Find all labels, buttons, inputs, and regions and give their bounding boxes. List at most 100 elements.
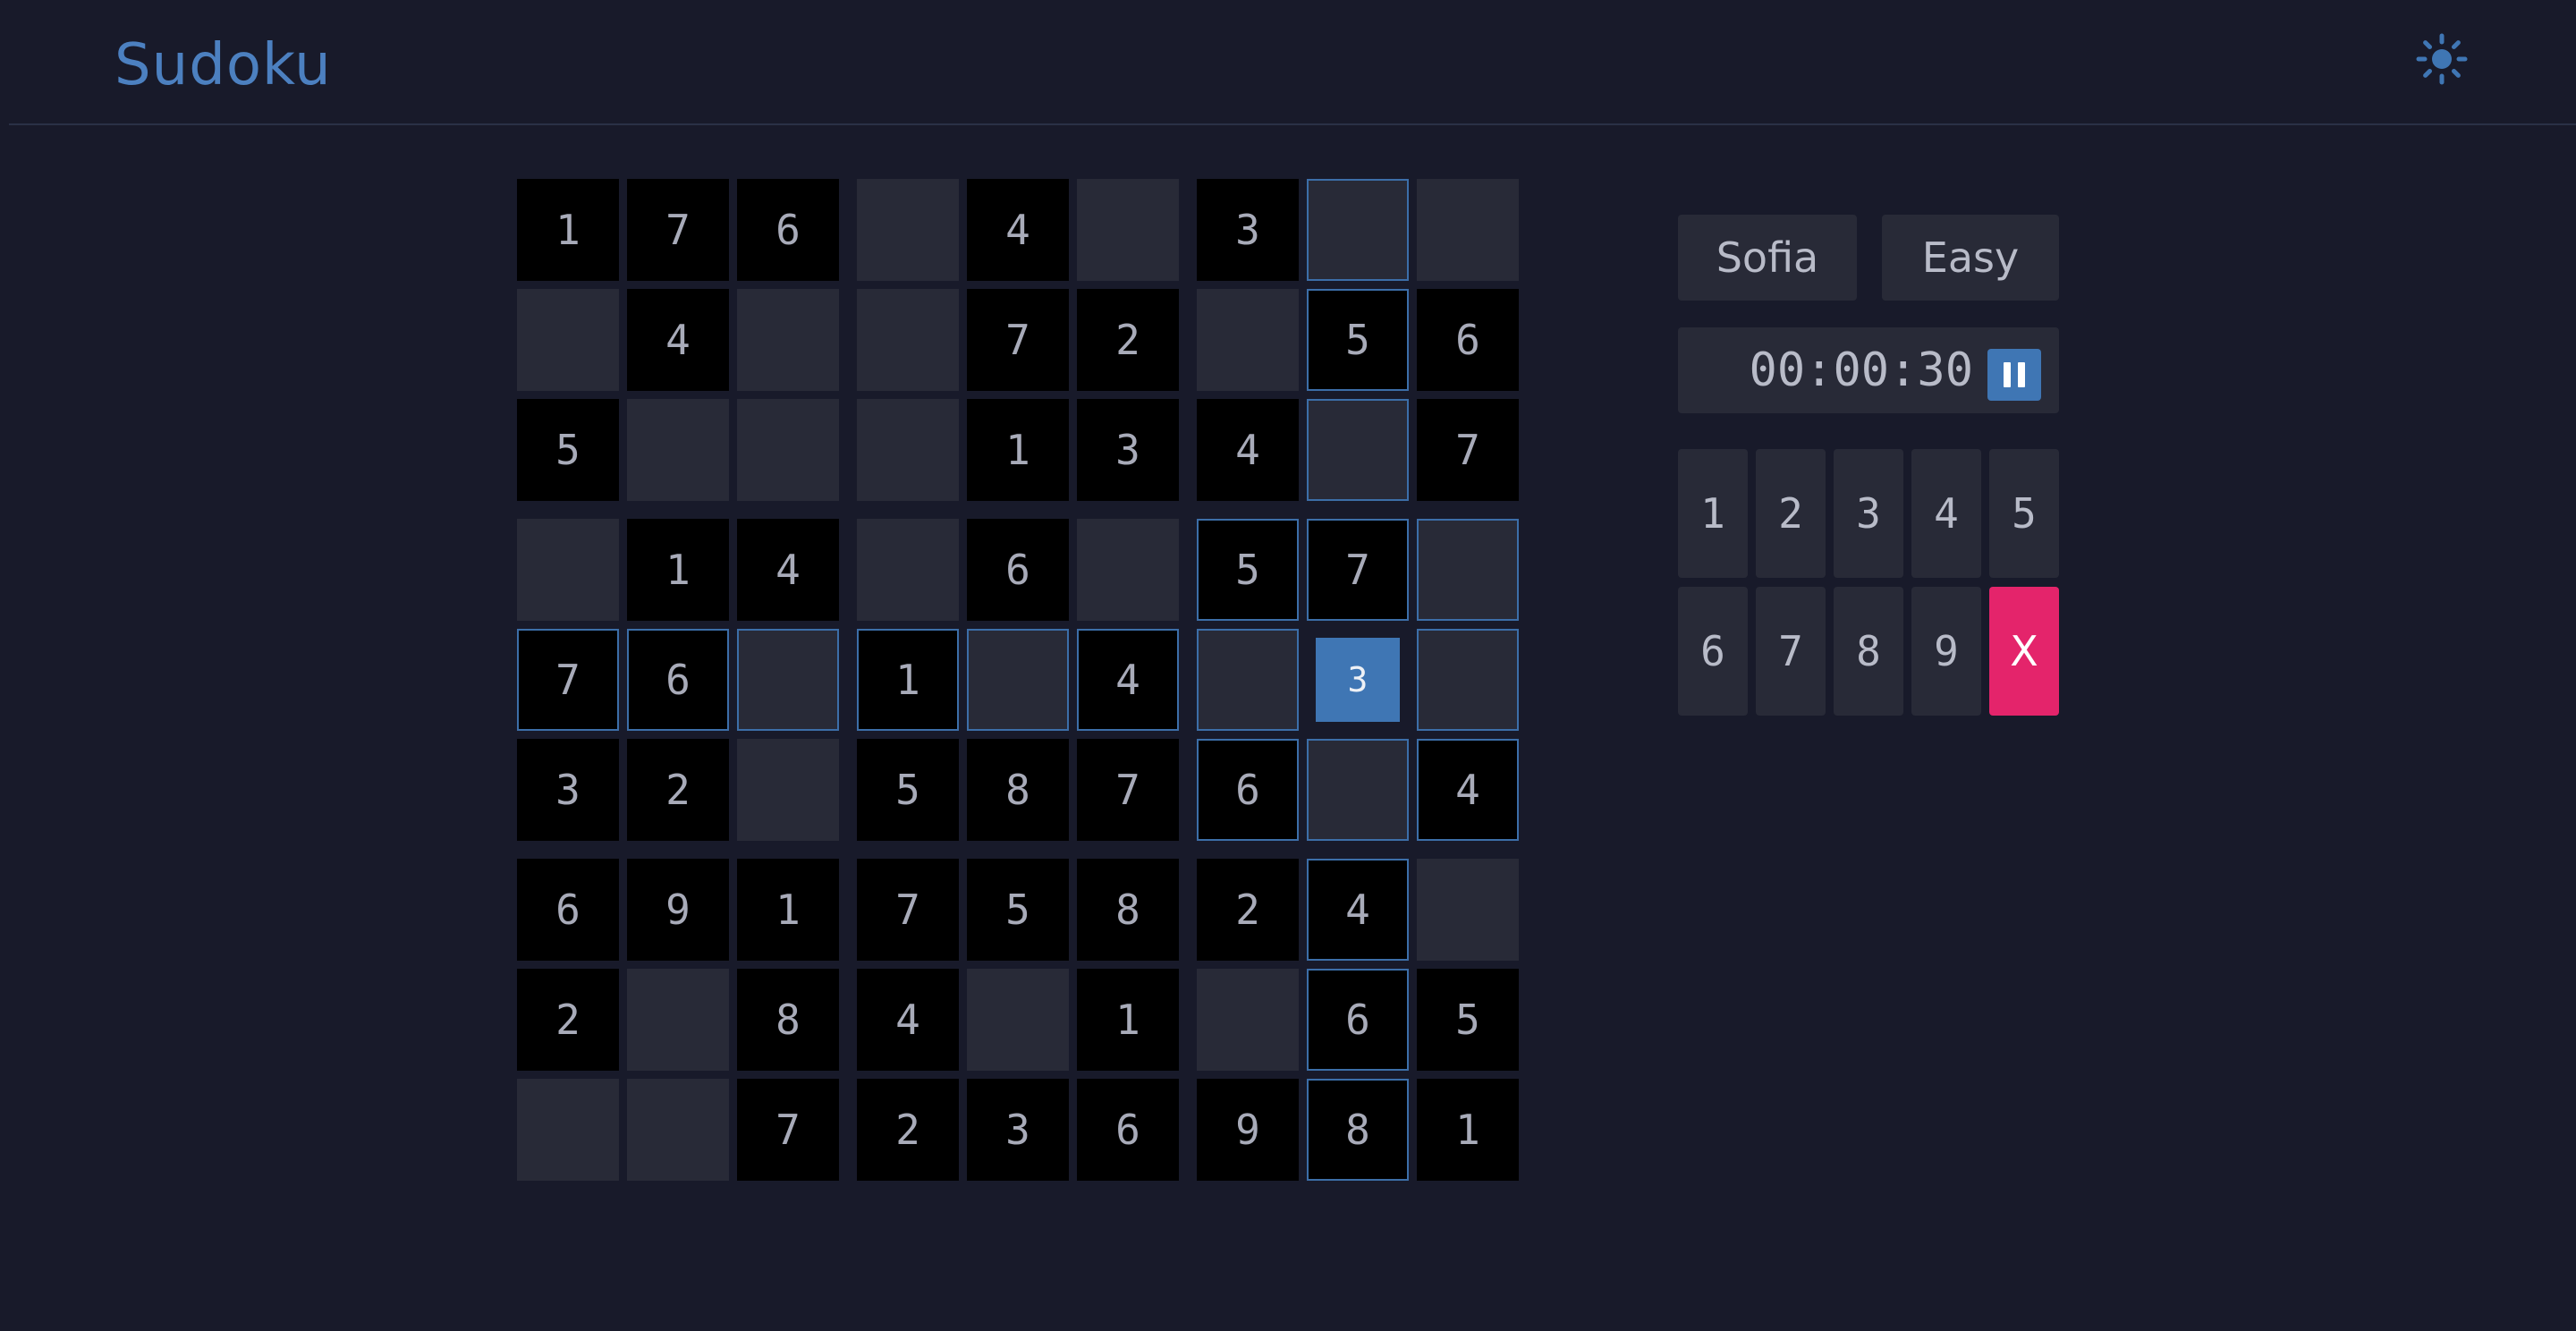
cell-r3-c4[interactable] — [857, 399, 959, 501]
cell-r2-c8[interactable]: 5 — [1307, 289, 1409, 391]
cell-r3-c9[interactable]: 7 — [1417, 399, 1519, 501]
cell-r8-c3[interactable]: 8 — [737, 969, 839, 1071]
cell-r4-c4[interactable] — [857, 519, 959, 621]
cell-r9-c9[interactable]: 1 — [1417, 1079, 1519, 1181]
cell-r9-c2[interactable] — [627, 1079, 729, 1181]
cell-r2-c1[interactable] — [517, 289, 619, 391]
cell-r3-c6[interactable]: 3 — [1077, 399, 1179, 501]
cell-r4-c1[interactable] — [517, 519, 619, 621]
cell-r1-c6[interactable] — [1077, 179, 1179, 281]
cell-r3-c1[interactable]: 5 — [517, 399, 619, 501]
player-name[interactable]: Sofia — [1678, 215, 1857, 301]
pause-icon[interactable] — [1987, 349, 2041, 401]
cell-r5-c7[interactable] — [1197, 629, 1299, 731]
cell-r5-c6[interactable]: 4 — [1077, 629, 1179, 731]
cell-r6-c2[interactable]: 2 — [627, 739, 729, 841]
numpad-key-5[interactable]: 5 — [1989, 449, 2059, 578]
cell-r5-c5[interactable] — [967, 629, 1069, 731]
timer-value: 00:00:30 — [1749, 343, 1973, 397]
cell-r1-c8[interactable] — [1307, 179, 1409, 281]
cell-r3-c7[interactable]: 4 — [1197, 399, 1299, 501]
cell-r6-c1[interactable]: 3 — [517, 739, 619, 841]
cell-r2-c6[interactable]: 2 — [1077, 289, 1179, 391]
cell-r8-c7[interactable] — [1197, 969, 1299, 1071]
cell-r7-c2[interactable]: 9 — [627, 859, 729, 961]
cell-r7-c5[interactable]: 5 — [967, 859, 1069, 961]
cell-r2-c4[interactable] — [857, 289, 959, 391]
sudoku-board: 1764347256513471465776143325876469175824… — [517, 179, 1538, 1200]
cell-r8-c2[interactable] — [627, 969, 729, 1071]
cell-r6-c3[interactable] — [737, 739, 839, 841]
cell-r1-c2[interactable]: 7 — [627, 179, 729, 281]
cell-r1-c1[interactable]: 1 — [517, 179, 619, 281]
cell-r9-c6[interactable]: 6 — [1077, 1079, 1179, 1181]
numpad-key-6[interactable]: 6 — [1678, 587, 1748, 716]
numpad-key-2[interactable]: 2 — [1756, 449, 1826, 578]
cell-r3-c2[interactable] — [627, 399, 729, 501]
sun-icon[interactable] — [2415, 32, 2469, 86]
cell-r9-c1[interactable] — [517, 1079, 619, 1181]
cell-r4-c8[interactable]: 7 — [1307, 519, 1409, 621]
cell-r9-c7[interactable]: 9 — [1197, 1079, 1299, 1181]
cell-r1-c3[interactable]: 6 — [737, 179, 839, 281]
cell-r3-c3[interactable] — [737, 399, 839, 501]
app-title: Sudoku — [114, 32, 332, 98]
cell-r9-c5[interactable]: 3 — [967, 1079, 1069, 1181]
cell-r2-c7[interactable] — [1197, 289, 1299, 391]
timer: 00:00:30 — [1678, 327, 2059, 413]
cell-r4-c9[interactable] — [1417, 519, 1519, 621]
numpad-key-7[interactable]: 7 — [1756, 587, 1826, 716]
cell-r7-c8[interactable]: 4 — [1307, 859, 1409, 961]
cell-r4-c6[interactable] — [1077, 519, 1179, 621]
difficulty-selector[interactable]: Easy — [1882, 215, 2059, 301]
cell-r7-c4[interactable]: 7 — [857, 859, 959, 961]
cell-r8-c4[interactable]: 4 — [857, 969, 959, 1071]
cell-r8-c5[interactable] — [967, 969, 1069, 1071]
cell-r6-c8[interactable] — [1307, 739, 1409, 841]
cell-r6-c6[interactable]: 7 — [1077, 739, 1179, 841]
cell-r6-c9[interactable]: 4 — [1417, 739, 1519, 841]
cell-r9-c8[interactable]: 8 — [1307, 1079, 1409, 1181]
cell-r1-c7[interactable]: 3 — [1197, 179, 1299, 281]
cell-r6-c7[interactable]: 6 — [1197, 739, 1299, 841]
cell-r9-c4[interactable]: 2 — [857, 1079, 959, 1181]
cell-r7-c1[interactable]: 6 — [517, 859, 619, 961]
cell-r4-c7[interactable]: 5 — [1197, 519, 1299, 621]
cell-r5-c4[interactable]: 1 — [857, 629, 959, 731]
cell-r1-c4[interactable] — [857, 179, 959, 281]
cell-r7-c6[interactable]: 8 — [1077, 859, 1179, 961]
cell-r6-c4[interactable]: 5 — [857, 739, 959, 841]
cell-r2-c5[interactable]: 7 — [967, 289, 1069, 391]
cell-r2-c3[interactable] — [737, 289, 839, 391]
cell-r4-c5[interactable]: 6 — [967, 519, 1069, 621]
cell-r5-c3[interactable] — [737, 629, 839, 731]
cell-r2-c2[interactable]: 4 — [627, 289, 729, 391]
numpad-key-8[interactable]: 8 — [1834, 587, 1903, 716]
cell-r5-c9[interactable] — [1417, 629, 1519, 731]
cell-r9-c3[interactable]: 7 — [737, 1079, 839, 1181]
cell-r1-c9[interactable] — [1417, 179, 1519, 281]
cell-r7-c7[interactable]: 2 — [1197, 859, 1299, 961]
numpad-key-9[interactable]: 9 — [1911, 587, 1981, 716]
cell-r5-c1[interactable]: 7 — [517, 629, 619, 731]
cell-r1-c5[interactable]: 4 — [967, 179, 1069, 281]
cell-r7-c3[interactable]: 1 — [737, 859, 839, 961]
cell-r8-c6[interactable]: 1 — [1077, 969, 1179, 1071]
cell-r3-c8[interactable] — [1307, 399, 1409, 501]
cell-r3-c5[interactable]: 1 — [967, 399, 1069, 501]
app-header: Sudoku — [9, 0, 2576, 125]
numpad-key-1[interactable]: 1 — [1678, 449, 1748, 578]
cell-r6-c5[interactable]: 8 — [967, 739, 1069, 841]
cell-r8-c8[interactable]: 6 — [1307, 969, 1409, 1071]
cell-r5-c8[interactable]: 3 — [1307, 629, 1409, 731]
cell-r5-c2[interactable]: 6 — [627, 629, 729, 731]
cell-r8-c9[interactable]: 5 — [1417, 969, 1519, 1071]
cell-r4-c3[interactable]: 4 — [737, 519, 839, 621]
numpad-key-4[interactable]: 4 — [1911, 449, 1981, 578]
cell-r2-c9[interactable]: 6 — [1417, 289, 1519, 391]
cell-r7-c9[interactable] — [1417, 859, 1519, 961]
numpad-key-3[interactable]: 3 — [1834, 449, 1903, 578]
clear-button[interactable]: X — [1989, 587, 2059, 716]
cell-r4-c2[interactable]: 1 — [627, 519, 729, 621]
cell-r8-c1[interactable]: 2 — [517, 969, 619, 1071]
